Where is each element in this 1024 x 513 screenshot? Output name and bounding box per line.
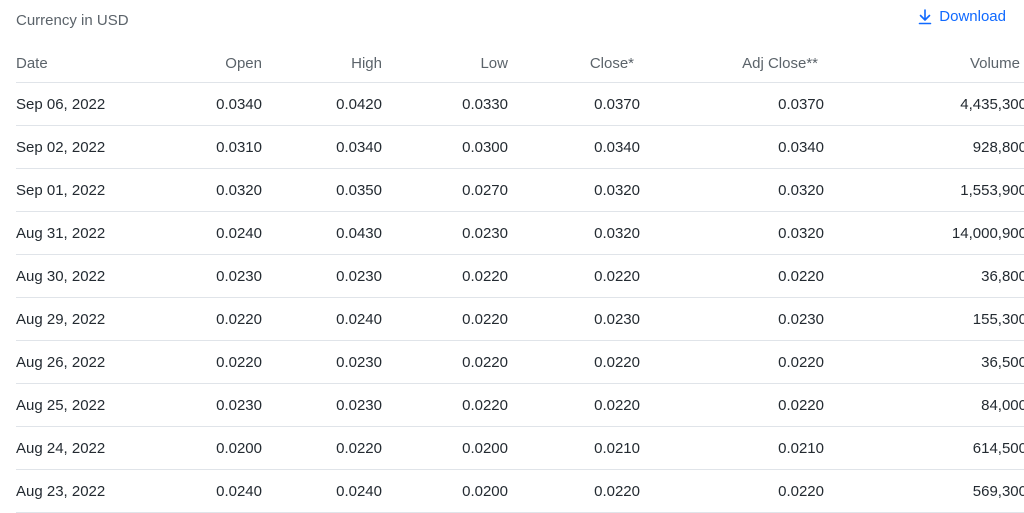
cell-high: 0.0230 bbox=[262, 340, 382, 384]
table-row: Aug 31, 2022 0.0240 0.0430 0.0230 0.0320 0.03… bbox=[16, 211, 1024, 255]
cell-date: Aug 30, 2022 bbox=[16, 254, 176, 298]
column-header-volume: Volume bbox=[824, 44, 1024, 83]
cell-high: 0.0220 bbox=[262, 426, 382, 470]
cell-close: 0.0340 bbox=[508, 125, 640, 169]
table-row: Aug 25, 2022 0.0230 0.0230 0.0220 0.0220 0.02… bbox=[16, 383, 1024, 427]
cell-high: 0.0230 bbox=[262, 254, 382, 298]
table-header-row: Date Open High Low Close* Adj Close** Vo… bbox=[16, 44, 1024, 83]
cell-date: Aug 24, 2022 bbox=[16, 426, 176, 470]
cell-high: 0.0230 bbox=[262, 383, 382, 427]
cell-adj-close: 0.0370 bbox=[640, 82, 824, 126]
cell-volume: 928,800 bbox=[824, 125, 1024, 169]
cell-adj-close: 0.0340 bbox=[640, 125, 824, 169]
cell-volume: 614,500 bbox=[824, 426, 1024, 470]
cell-volume: 4,435,300 bbox=[824, 82, 1024, 126]
table-row: Sep 02, 2022 0.0310 0.0340 0.0300 0.0340 0.03… bbox=[16, 125, 1024, 169]
table-row: Aug 23, 2022 0.0240 0.0240 0.0200 0.0220 0.02… bbox=[16, 469, 1024, 513]
historical-prices-table: Date Open High Low Close* Adj Close** Vo… bbox=[16, 44, 1024, 513]
cell-open: 0.0340 bbox=[176, 82, 262, 126]
cell-close: 0.0320 bbox=[508, 168, 640, 212]
column-header-low: Low bbox=[382, 44, 508, 83]
cell-date: Sep 02, 2022 bbox=[16, 125, 176, 169]
cell-close: 0.0220 bbox=[508, 469, 640, 513]
table-row: Aug 30, 2022 0.0230 0.0230 0.0220 0.0220 0.02… bbox=[16, 254, 1024, 298]
cell-date: Aug 31, 2022 bbox=[16, 211, 176, 255]
column-header-date: Date bbox=[16, 44, 176, 83]
cell-adj-close: 0.0220 bbox=[640, 254, 824, 298]
cell-open: 0.0320 bbox=[176, 168, 262, 212]
column-header-open: Open bbox=[176, 44, 262, 83]
cell-volume: 36,800 bbox=[824, 254, 1024, 298]
cell-open: 0.0240 bbox=[176, 211, 262, 255]
cell-low: 0.0200 bbox=[382, 469, 508, 513]
cell-date: Sep 06, 2022 bbox=[16, 82, 176, 126]
cell-low: 0.0270 bbox=[382, 168, 508, 212]
table-row: Sep 01, 2022 0.0320 0.0350 0.0270 0.0320 0.03… bbox=[16, 168, 1024, 212]
cell-close: 0.0220 bbox=[508, 340, 640, 384]
cell-open: 0.0230 bbox=[176, 383, 262, 427]
cell-close: 0.0210 bbox=[508, 426, 640, 470]
table-row: Aug 29, 2022 0.0220 0.0240 0.0220 0.0230 0.02… bbox=[16, 297, 1024, 341]
cell-volume: 569,300 bbox=[824, 469, 1024, 513]
cell-adj-close: 0.0220 bbox=[640, 340, 824, 384]
cell-high: 0.0350 bbox=[262, 168, 382, 212]
cell-low: 0.0300 bbox=[382, 125, 508, 169]
cell-volume: 155,300 bbox=[824, 297, 1024, 341]
cell-close: 0.0320 bbox=[508, 211, 640, 255]
column-header-high: High bbox=[262, 44, 382, 83]
cell-low: 0.0200 bbox=[382, 426, 508, 470]
cell-date: Sep 01, 2022 bbox=[16, 168, 176, 212]
cell-adj-close: 0.0220 bbox=[640, 469, 824, 513]
cell-adj-close: 0.0210 bbox=[640, 426, 824, 470]
cell-adj-close: 0.0320 bbox=[640, 168, 824, 212]
cell-date: Aug 25, 2022 bbox=[16, 383, 176, 427]
currency-note: Currency in USD bbox=[16, 12, 129, 29]
cell-close: 0.0220 bbox=[508, 254, 640, 298]
cell-volume: 14,000,900 bbox=[824, 211, 1024, 255]
cell-open: 0.0220 bbox=[176, 340, 262, 384]
download-arrow-icon bbox=[918, 8, 932, 25]
column-header-adj-close: Adj Close** bbox=[640, 44, 824, 83]
download-label: Download bbox=[939, 8, 1006, 25]
cell-high: 0.0240 bbox=[262, 297, 382, 341]
cell-open: 0.0220 bbox=[176, 297, 262, 341]
cell-volume: 36,500 bbox=[824, 340, 1024, 384]
cell-adj-close: 0.0220 bbox=[640, 383, 824, 427]
table-row: Sep 06, 2022 0.0340 0.0420 0.0330 0.0370 0.03… bbox=[16, 82, 1024, 126]
cell-date: Aug 23, 2022 bbox=[16, 469, 176, 513]
cell-close: 0.0370 bbox=[508, 82, 640, 126]
cell-volume: 84,000 bbox=[824, 383, 1024, 427]
download-button[interactable]: Download bbox=[918, 8, 1006, 25]
cell-high: 0.0430 bbox=[262, 211, 382, 255]
cell-low: 0.0220 bbox=[382, 254, 508, 298]
cell-open: 0.0310 bbox=[176, 125, 262, 169]
cell-open: 0.0240 bbox=[176, 469, 262, 513]
cell-open: 0.0200 bbox=[176, 426, 262, 470]
cell-low: 0.0220 bbox=[382, 297, 508, 341]
column-header-close: Close* bbox=[508, 44, 640, 83]
cell-low: 0.0220 bbox=[382, 383, 508, 427]
cell-high: 0.0420 bbox=[262, 82, 382, 126]
table-row: Aug 26, 2022 0.0220 0.0230 0.0220 0.0220 0.02… bbox=[16, 340, 1024, 384]
cell-close: 0.0230 bbox=[508, 297, 640, 341]
cell-date: Aug 29, 2022 bbox=[16, 297, 176, 341]
cell-low: 0.0220 bbox=[382, 340, 508, 384]
cell-adj-close: 0.0320 bbox=[640, 211, 824, 255]
cell-volume: 1,553,900 bbox=[824, 168, 1024, 212]
cell-date: Aug 26, 2022 bbox=[16, 340, 176, 384]
table-toolbar: Currency in USD Download bbox=[0, 0, 1024, 44]
cell-adj-close: 0.0230 bbox=[640, 297, 824, 341]
cell-high: 0.0340 bbox=[262, 125, 382, 169]
cell-low: 0.0330 bbox=[382, 82, 508, 126]
cell-open: 0.0230 bbox=[176, 254, 262, 298]
cell-close: 0.0220 bbox=[508, 383, 640, 427]
cell-low: 0.0230 bbox=[382, 211, 508, 255]
table-row: Aug 24, 2022 0.0200 0.0220 0.0200 0.0210 0.02… bbox=[16, 426, 1024, 470]
cell-high: 0.0240 bbox=[262, 469, 382, 513]
